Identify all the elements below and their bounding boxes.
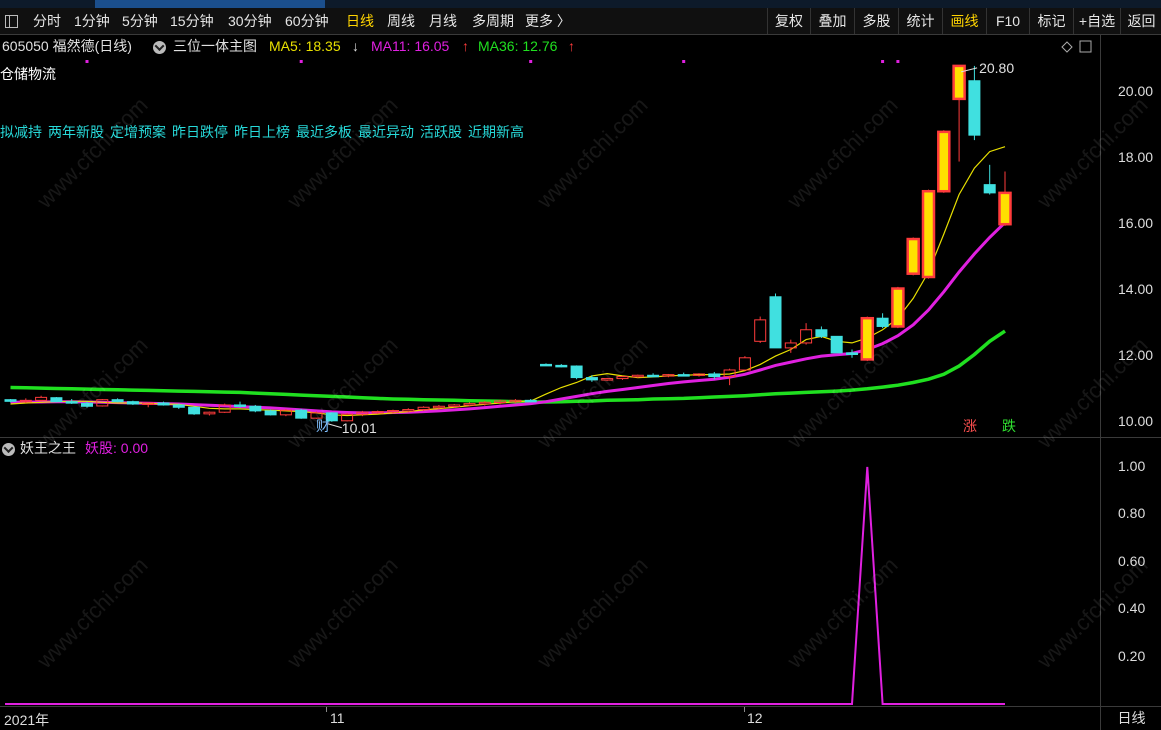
candle-body[interactable] <box>203 411 216 415</box>
limit-down-marker[interactable]: 跌 <box>1002 419 1016 435</box>
candle-body[interactable] <box>65 401 78 404</box>
signal-dot <box>881 60 885 63</box>
indicator-tick-label: 1.00 <box>1118 457 1146 474</box>
candle-body[interactable] <box>937 130 951 193</box>
candle-body[interactable] <box>769 296 782 349</box>
candle-body[interactable] <box>876 317 889 327</box>
candle-body[interactable] <box>249 405 262 412</box>
indicator-tick-label: 0.80 <box>1118 505 1146 522</box>
candle-body[interactable] <box>264 410 277 416</box>
low-price-label: 10.01 <box>342 420 377 436</box>
candle-body[interactable] <box>921 189 936 279</box>
candlestick-chart[interactable]: 20.80 10.01 财 涨 跌 <box>0 0 1100 729</box>
candle-body[interactable] <box>952 64 966 101</box>
candle-body[interactable] <box>738 357 751 371</box>
candle-body[interactable] <box>402 409 415 412</box>
candle-body[interactable] <box>800 329 813 344</box>
indicator-tick-label: 0.20 <box>1118 647 1146 664</box>
signal-dot <box>529 60 533 63</box>
candle-body[interactable] <box>830 335 843 354</box>
high-price-label: 20.80 <box>979 60 1014 76</box>
candle-body[interactable] <box>234 404 246 407</box>
candle-body[interactable] <box>998 191 1012 226</box>
candle-body[interactable] <box>860 316 875 361</box>
indicator-tick-label: 0.40 <box>1118 600 1146 617</box>
candle-body[interactable] <box>448 404 461 407</box>
diamond-icon[interactable] <box>1061 41 1073 53</box>
candle-body[interactable] <box>555 364 568 368</box>
price-tick-label: 14.00 <box>1118 281 1154 298</box>
candle-body[interactable] <box>172 404 185 408</box>
candle-body[interactable] <box>906 237 920 275</box>
limit-up-marker[interactable]: 涨 <box>963 419 977 435</box>
candle-body[interactable] <box>81 402 93 407</box>
candle-body[interactable] <box>616 376 629 380</box>
ma11-line <box>10 221 1007 415</box>
candle-body[interactable] <box>647 374 660 378</box>
signal-dot <box>299 60 303 63</box>
candle-body[interactable] <box>417 406 430 411</box>
candle-body[interactable] <box>463 403 476 406</box>
candle-body[interactable] <box>846 352 858 355</box>
candle-body[interactable] <box>601 378 614 381</box>
price-tick-label: 18.00 <box>1118 149 1154 166</box>
candle-body[interactable] <box>126 401 139 405</box>
candle-body[interactable] <box>708 373 721 378</box>
signal-dot <box>896 60 900 63</box>
candle-body[interactable] <box>968 80 981 136</box>
price-tick-label: 12.00 <box>1118 347 1154 364</box>
price-axis-panel <box>1100 35 1161 729</box>
candle-body[interactable] <box>188 406 201 415</box>
back-button[interactable]: 返回 <box>1120 8 1161 34</box>
candle-body[interactable] <box>540 363 552 367</box>
candle-body[interactable] <box>815 329 828 337</box>
candle-body[interactable] <box>585 377 598 381</box>
candle-body[interactable] <box>754 319 767 342</box>
yaoguo-indicator-line <box>5 466 1005 705</box>
candle-body[interactable] <box>35 396 48 401</box>
stock-chart-window: 分时 1分钟 5分钟 15分钟 30分钟 60分钟 日线 周线 月线 多周期 更… <box>0 0 1161 730</box>
candle-body[interactable] <box>432 405 445 409</box>
indicator-tick-label: 0.60 <box>1118 552 1146 569</box>
candle-body[interactable] <box>891 287 905 328</box>
candle-body[interactable] <box>983 184 996 194</box>
candle-body[interactable] <box>631 374 644 378</box>
period-indicator[interactable]: 日线 <box>1100 706 1161 730</box>
candle-body[interactable] <box>4 399 17 402</box>
candle-body[interactable] <box>50 397 63 403</box>
candle-body[interactable] <box>677 374 690 377</box>
price-tick-label: 16.00 <box>1118 215 1154 232</box>
candle-body[interactable] <box>524 399 537 403</box>
signal-dot <box>682 60 686 63</box>
signal-dot <box>85 60 89 63</box>
finance-event-marker[interactable]: 财 <box>316 419 330 435</box>
candle-body[interactable] <box>570 365 583 379</box>
candle-body[interactable] <box>478 401 491 405</box>
candle-body[interactable] <box>295 409 308 419</box>
price-tick-label: 10.00 <box>1118 413 1154 430</box>
candle-body[interactable] <box>111 399 124 403</box>
candle-body[interactable] <box>157 402 170 406</box>
ma5-line <box>10 146 1006 417</box>
price-tick-label: 20.00 <box>1118 83 1154 100</box>
panel-layout-icon[interactable] <box>1079 40 1092 53</box>
